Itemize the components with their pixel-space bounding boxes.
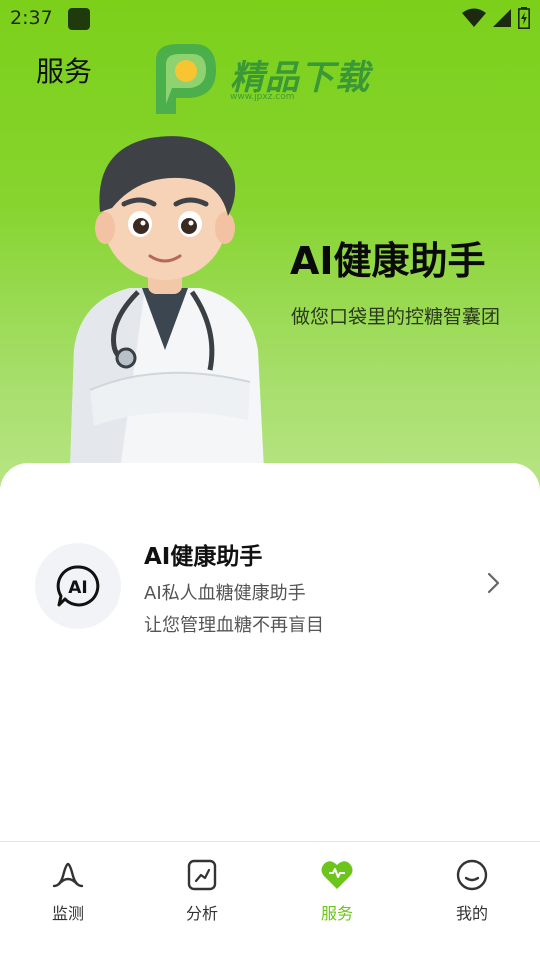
analysis-icon [187, 859, 217, 891]
nav-item-profile[interactable]: 我的 [427, 858, 517, 928]
hero-subtitle: 做您口袋里的控糖智囊团 [291, 306, 501, 328]
nav-item-service[interactable]: 服务 [292, 858, 382, 928]
service-icon-container: AI [35, 543, 121, 629]
nav-label-monitor: 监测 [51, 904, 84, 923]
profile-icon [456, 859, 488, 891]
bottom-nav: 监测 分析 服务 我的 [0, 841, 540, 960]
hero-title: AI健康助手 [290, 239, 486, 283]
nav-item-monitor[interactable]: 监测 [23, 858, 113, 928]
service-screen: 2:37 服务 精品下载 www.jpxz.com AI健康助手 做您口袋里的控… [0, 0, 540, 960]
wifi-icon [462, 8, 486, 27]
ai-icon-text: AI [68, 578, 87, 598]
chevron-right-icon [487, 572, 500, 594]
signal-icon [493, 9, 511, 27]
status-indicators [462, 6, 530, 30]
watermark-url: www.jpxz.com [230, 92, 295, 102]
heart-icon [321, 861, 353, 889]
doctor-illustration [70, 136, 264, 470]
service-item-ai-assistant[interactable]: AI AI健康助手 AI私人血糖健康助手 让您管理血糖不再盲目 [0, 533, 540, 643]
watermark-p-icon [156, 44, 216, 114]
status-time: 2:37 [10, 7, 53, 29]
page-title: 服务 [36, 55, 93, 88]
nav-label-profile: 我的 [455, 904, 488, 923]
service-description-line2: 让您管理血糖不再盲目 [144, 615, 324, 636]
battery-icon [518, 7, 530, 29]
service-description-line1: AI私人血糖健康助手 [144, 583, 306, 604]
nav-item-analysis[interactable]: 分析 [157, 858, 247, 928]
monitor-icon [52, 862, 84, 888]
service-title: AI健康助手 [144, 544, 263, 570]
ai-chat-icon: AI [56, 565, 100, 607]
nav-label-analysis: 分析 [185, 904, 218, 923]
nav-label-service: 服务 [320, 904, 353, 923]
watermark-logo: 精品下载 www.jpxz.com [148, 40, 378, 118]
app-notification-icon [68, 8, 90, 30]
status-bar: 2:37 [0, 0, 540, 36]
service-sheet: AI AI健康助手 AI私人血糖健康助手 让您管理血糖不再盲目 [0, 463, 540, 841]
